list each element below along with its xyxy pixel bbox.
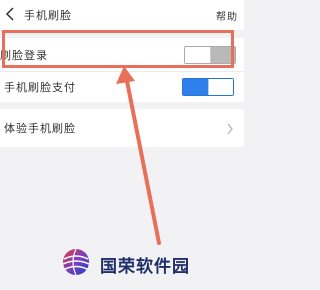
experience-face-scan-row[interactable]: 体验手机刷脸 <box>0 109 244 147</box>
globe-logo-icon <box>62 248 90 276</box>
face-pay-toggle[interactable] <box>182 78 234 96</box>
face-pay-label: 手机刷脸支付 <box>4 81 76 94</box>
face-login-toggle-knob <box>185 46 211 63</box>
face-scan-settings-page: 手机刷脸 帮助 刷脸登录 手机刷脸支付 体验手机刷脸 国荣软件园 <box>0 0 244 290</box>
face-login-toggle[interactable] <box>184 45 236 64</box>
help-button[interactable]: 帮助 <box>216 8 238 23</box>
back-icon[interactable] <box>4 6 16 22</box>
face-pay-row: 手机刷脸支付 <box>0 71 244 102</box>
face-login-row: 刷脸登录 <box>0 38 244 71</box>
watermark: 国荣软件园 <box>60 246 200 282</box>
face-pay-toggle-knob <box>208 79 233 95</box>
watermark-text: 国荣软件园 <box>100 257 190 277</box>
top-nav-bar: 手机刷脸 帮助 <box>0 0 244 30</box>
face-login-label: 刷脸登录 <box>0 48 48 62</box>
chevron-right-icon <box>226 121 234 135</box>
page-title: 手机刷脸 <box>24 9 72 22</box>
experience-label: 体验手机刷脸 <box>4 122 76 135</box>
